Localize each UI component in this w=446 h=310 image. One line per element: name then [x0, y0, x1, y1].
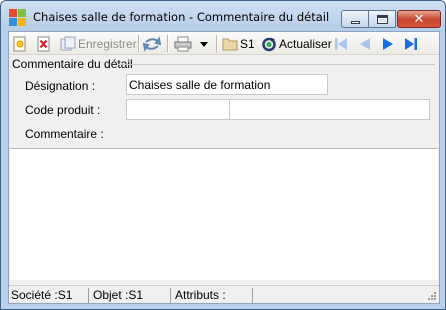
chevron-down-icon — [200, 41, 208, 47]
product-code-label: Code produit : — [25, 103, 101, 117]
window-client-area: Enregistrer S1 Actualiser Commentaire du… — [8, 31, 440, 304]
refresh-label: Actualiser — [279, 36, 332, 51]
status-bar: Société :S1 Objet :S1 Attributs : — [9, 285, 439, 303]
save-icon — [60, 36, 76, 50]
next-record-icon — [383, 37, 393, 50]
first-record-icon — [335, 37, 347, 50]
toolbar-separator — [167, 35, 168, 52]
sync-button[interactable] — [143, 35, 161, 52]
refresh-icon — [262, 37, 276, 51]
designation-label: Désignation : — [25, 79, 96, 93]
delete-icon — [37, 36, 50, 51]
sync-arrows-icon — [143, 35, 161, 52]
window-title: Chaises salle de formation - Commentaire… — [33, 10, 330, 24]
print-button[interactable] — [174, 35, 192, 52]
print-dropdown[interactable] — [199, 35, 209, 52]
product-code-field[interactable] — [126, 99, 230, 120]
toolbar: Enregistrer S1 Actualiser — [9, 32, 439, 55]
title-bar[interactable]: Chaises salle de formation - Commentaire… — [1, 1, 445, 31]
product-description-field — [229, 99, 430, 120]
application-window: Chaises salle de formation - Commentaire… — [0, 0, 446, 310]
maximize-icon — [376, 14, 388, 24]
close-button[interactable]: ✕ — [397, 10, 441, 28]
close-icon: ✕ — [413, 11, 425, 27]
group-divider — [117, 64, 435, 65]
minimize-button[interactable] — [341, 10, 369, 28]
previous-record-button[interactable] — [357, 35, 373, 52]
first-record-button[interactable] — [333, 35, 349, 52]
designation-field[interactable]: Chaises salle de formation — [126, 74, 328, 95]
comment-textarea[interactable] — [10, 148, 438, 280]
minimize-icon — [350, 20, 360, 24]
group-title: Commentaire du détail — [12, 57, 133, 71]
app-icon — [9, 9, 27, 27]
company-folder-button[interactable]: S1 — [222, 35, 255, 52]
save-label: Enregistrer — [78, 36, 137, 51]
delete-button[interactable] — [36, 35, 52, 52]
printer-icon — [174, 36, 192, 51]
folder-icon — [222, 38, 238, 50]
last-record-icon — [405, 37, 417, 50]
next-record-button[interactable] — [380, 35, 396, 52]
status-company: Société :S1 — [9, 288, 89, 303]
previous-record-icon — [360, 37, 370, 50]
last-record-button[interactable] — [403, 35, 419, 52]
new-button[interactable] — [12, 35, 28, 52]
comment-label: Commentaire : — [25, 127, 104, 141]
new-document-icon — [13, 36, 26, 51]
toolbar-separator — [216, 35, 217, 52]
toolbar-separator — [138, 35, 139, 52]
status-attributes: Attributs : — [173, 288, 253, 303]
company-folder-label: S1 — [240, 36, 255, 51]
maximize-button[interactable] — [369, 10, 396, 28]
status-object: Objet :S1 — [91, 288, 171, 303]
refresh-button[interactable]: Actualiser — [261, 35, 332, 52]
resize-grip-icon[interactable] — [427, 291, 437, 301]
save-button[interactable]: Enregistrer — [60, 35, 137, 52]
